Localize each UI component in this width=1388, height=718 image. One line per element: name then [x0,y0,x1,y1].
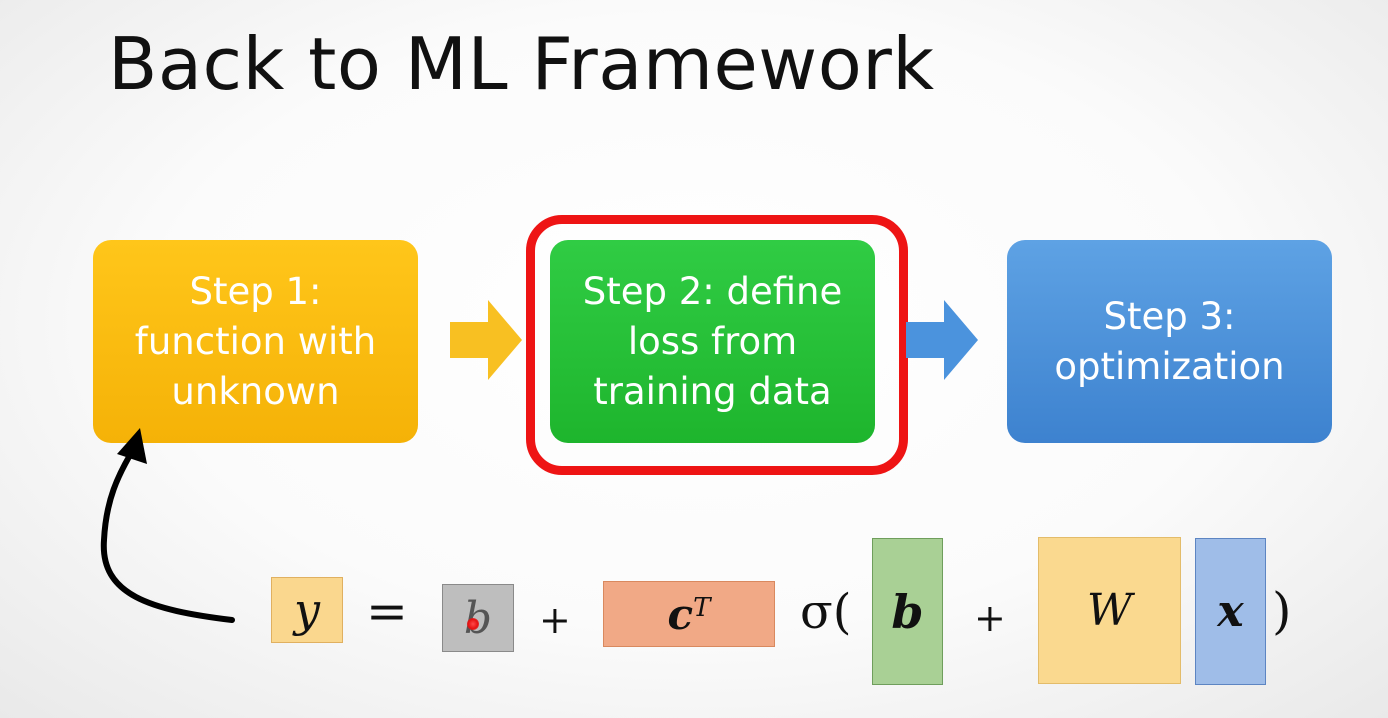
equation-b-scalar-text: b [463,592,493,644]
plus-sign: + [539,598,571,642]
equation-y: y [271,577,343,643]
close-paren: ) [1272,582,1292,640]
equation-c-text: c [667,589,694,639]
plus-sign: + [974,596,1006,640]
right-arrow-icon [906,300,978,380]
step-1-box: Step 1: function with unknown [93,240,418,443]
equation-b-vector-text: b [891,584,924,639]
sigma-open: σ( [800,584,852,640]
slide-title: Back to ML Framework [108,22,935,106]
equation-c-superscript: T [693,593,711,623]
equation-b-vector: b [872,538,943,685]
equation-y-text: y [294,583,320,637]
equation-W-matrix: W [1038,537,1181,684]
equation-W-text: W [1086,585,1133,636]
step-3-box: Step 3: optimization [1007,240,1332,443]
step-2-box: Step 2: define loss from training data [550,240,875,443]
feedback-arrow-icon [100,428,235,623]
equation-b-scalar: b [442,584,514,652]
equation-c-transpose: cT [603,581,775,647]
step-1-label: Step 1: function with unknown [134,269,377,413]
equation-x-vector: x [1195,538,1266,685]
laser-pointer-dot [467,618,479,630]
step-3-label: Step 3: optimization [1054,294,1285,388]
equation-x-text: x [1217,586,1244,637]
step-2-label: Step 2: define loss from training data [582,269,843,413]
right-arrow-icon [450,300,522,380]
equals-sign: = [366,582,408,640]
